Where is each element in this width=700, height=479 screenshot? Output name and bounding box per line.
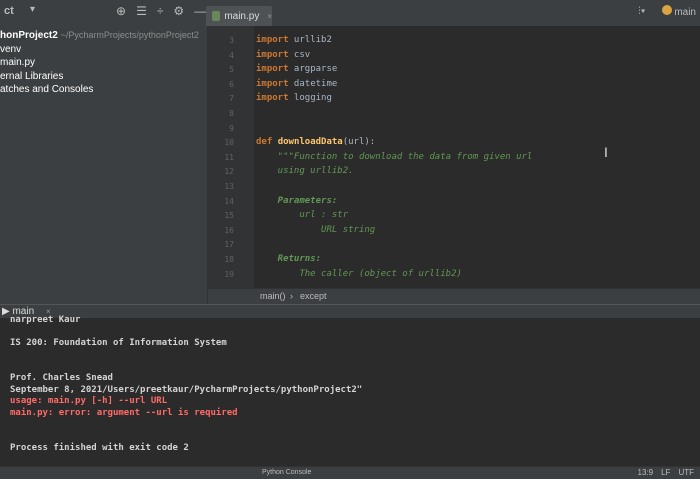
code-line: URL string (256, 225, 375, 235)
code-token: import (256, 93, 289, 104)
tree-item-main-py[interactable]: main.py (0, 57, 35, 68)
code-token: using urllib2. (256, 166, 354, 177)
code-token: logging (288, 93, 332, 104)
line-gutter: 3 4 5 6 7 8 9 10 11 12 13 14 15 16 17 18 19 (208, 26, 254, 288)
breadcrumb-except[interactable]: except (300, 291, 327, 301)
line-number: 12 (224, 167, 234, 177)
code-token: import (256, 49, 289, 60)
code-token: datetime (288, 78, 338, 89)
code-line: def downloadData(url): (256, 137, 375, 147)
tree-item-external-libraries[interactable]: ernal Libraries (0, 71, 63, 82)
code-token: The caller (object of urllib2) (256, 268, 462, 279)
line-number: 8 (229, 109, 234, 118)
caret-position[interactable]: 13:9 (638, 468, 654, 477)
python-console-tab[interactable]: Python Console (262, 469, 311, 476)
code-token: URL string (256, 224, 376, 235)
line-number: 9 (229, 123, 234, 133)
tree-root[interactable]: honProject2 ~/PycharmProjects/pythonProj… (0, 30, 199, 41)
line-separator[interactable]: LF (661, 468, 670, 477)
run-tool-window-header: ▶ main × (0, 304, 700, 319)
line-number: 13 (224, 182, 234, 191)
console-line: main.py: error: argument --url is requir… (10, 407, 238, 418)
console-line: September 8, 2021/Users/preetkaur/Pychar… (10, 384, 363, 395)
line-number: 11 (224, 152, 234, 162)
line-number: 14 (224, 196, 234, 206)
text-cursor-icon: I (604, 144, 608, 160)
code-line: import csv (256, 50, 310, 60)
close-tab-icon[interactable]: × (267, 12, 272, 21)
code-token: """Function to download the data from gi… (256, 151, 533, 162)
tree-item-venv[interactable]: venv (0, 44, 21, 55)
file-encoding[interactable]: UTF (678, 468, 694, 477)
top-right-actions: ⫶▾ main (638, 5, 696, 18)
line-number: 10 (224, 138, 234, 148)
line-number: 5 (229, 65, 234, 75)
chevron-down-icon[interactable]: ▾ (30, 4, 35, 15)
root-path: ~/PycharmProjects/pythonProject2 (60, 30, 199, 40)
code-line: The caller (object of urllib2) (256, 269, 462, 279)
breadcrumb-separator: › (290, 291, 293, 301)
minimize-icon[interactable]: — (194, 4, 206, 18)
code-token: def (256, 137, 273, 148)
code-line: Returns: (256, 254, 321, 264)
line-number: 15 (224, 211, 234, 221)
code-token: (url): (342, 137, 376, 148)
code-token: Parameters: (256, 195, 338, 206)
code-line: """Function to download the data from gi… (256, 151, 533, 162)
run-config-selector[interactable]: main (661, 5, 696, 18)
console-line: Prof. Charles Snead (10, 373, 113, 383)
line-number: 7 (229, 94, 234, 104)
code-token: Returns: (256, 254, 322, 264)
globe-icon[interactable]: ⊕ (116, 4, 126, 18)
expand-icon[interactable]: ÷ (157, 4, 164, 18)
code-token: import (256, 78, 289, 89)
status-bar: Python Console 13:9 LF UTF (0, 466, 700, 479)
root-name: honProject2 (0, 30, 58, 41)
code-token: import (256, 35, 289, 45)
line-number: 4 (229, 50, 234, 60)
code-line: import argparse (256, 64, 337, 74)
code-token: import (256, 64, 289, 75)
line-number: 18 (224, 255, 234, 264)
tree-item-scratches[interactable]: atches and Consoles (0, 84, 93, 95)
run-console-output[interactable]: narpreet Kaur IS 200: Foundation of Infor… (0, 315, 700, 466)
user-icon (661, 5, 672, 15)
line-number: 17 (224, 240, 234, 250)
project-panel-actions: ⊕ ☰ ÷ ⚙ — (116, 4, 206, 18)
code-token: urllib2 (288, 35, 332, 45)
line-number: 3 (229, 36, 234, 45)
code-line: import datetime (256, 79, 337, 89)
project-panel: honProject2 ~/PycharmProjects/pythonProj… (0, 26, 208, 304)
line-number: 16 (224, 225, 234, 235)
tab-label: main.py (224, 10, 260, 22)
run-config-label: main (674, 7, 696, 18)
line-number: 6 (229, 79, 234, 89)
code-line: Parameters: (256, 195, 338, 206)
console-line: narpreet Kaur (10, 315, 81, 325)
top-toolbar: ct ▾ ⊕ ☰ ÷ ⚙ — main.py × ⫶▾ main (0, 0, 700, 27)
code-line: import urllib2 (256, 35, 332, 45)
code-line: using urllib2. (256, 166, 354, 176)
console-line: IS 200: Foundation of Information System (10, 338, 227, 349)
console-line: usage: main.py [-h] --url URL (10, 396, 168, 407)
run-config-icon[interactable]: ⫶▾ (638, 6, 645, 17)
code-token: url : str (256, 210, 349, 221)
project-selector[interactable]: ct (4, 5, 14, 17)
code-line: url : str (256, 210, 348, 220)
code-token: argparse (288, 64, 338, 75)
breadcrumb: main() › except (208, 288, 700, 305)
line-number: 19 (224, 269, 234, 279)
code-line: import logging (256, 93, 332, 103)
code-token: downloadData (277, 137, 343, 148)
breadcrumb-main[interactable]: main() (260, 291, 286, 301)
gear-icon[interactable]: ⚙ (173, 4, 184, 18)
python-file-icon (212, 11, 221, 21)
tab-main-py[interactable]: main.py × (206, 6, 272, 26)
code-token: csv (288, 49, 311, 60)
console-line: Process finished with exit code 2 (10, 442, 189, 453)
code-editor[interactable]: 3 4 5 6 7 8 9 10 11 12 13 14 15 16 17 18 19 import urlli… (208, 26, 700, 288)
collapse-icon[interactable]: ☰ (136, 4, 147, 18)
